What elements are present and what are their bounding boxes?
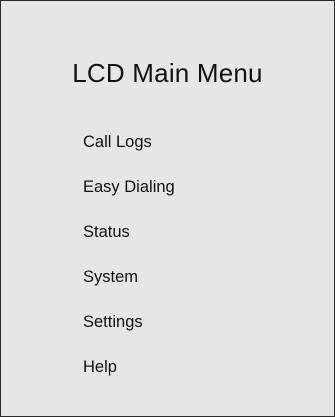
lcd-screen: LCD Main Menu Call Logs Easy Dialing Sta…	[0, 0, 335, 417]
menu-item-help[interactable]: Help	[83, 350, 175, 395]
menu-item-easy-dialing[interactable]: Easy Dialing	[83, 170, 175, 215]
menu-item-call-logs[interactable]: Call Logs	[83, 125, 175, 170]
menu-item-status[interactable]: Status	[83, 215, 175, 260]
main-menu-list: Call Logs Easy Dialing Status System Set…	[83, 125, 175, 395]
menu-title: LCD Main Menu	[72, 58, 263, 88]
menu-item-settings[interactable]: Settings	[83, 305, 175, 350]
menu-item-system[interactable]: System	[83, 260, 175, 305]
